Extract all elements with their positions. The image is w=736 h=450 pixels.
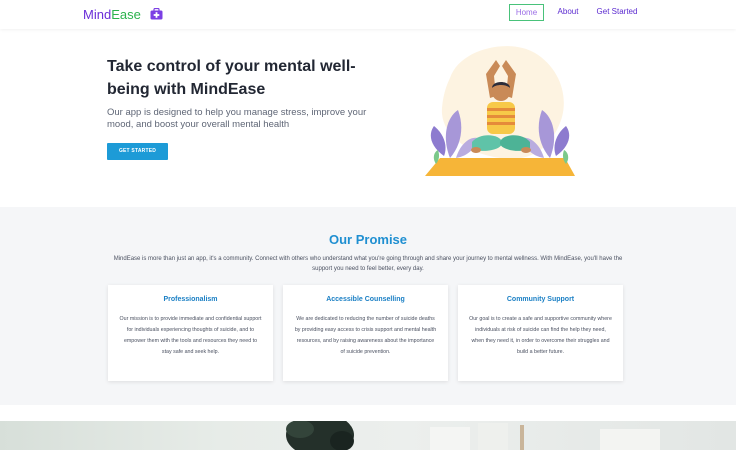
meditating-person-illustration (425, 46, 575, 176)
community-support-card: Community Support Our goal is to create … (458, 285, 623, 381)
nav-about-link[interactable]: About (553, 4, 583, 21)
navbar: MindEase Home About Get Started (0, 0, 736, 29)
plant-photo-image (286, 421, 660, 450)
promise-title: Our Promise (328, 232, 408, 247)
nav-home-link[interactable]: Home (509, 4, 544, 21)
brand-name-part1: Mind (83, 7, 112, 22)
medical-kit-icon (150, 8, 163, 20)
hero-subtitle: Our app is designed to help you manage s… (107, 107, 367, 130)
accessible-counselling-card: Accessible Counselling We are dedicated … (283, 285, 448, 381)
card-text: We are dedicated to reducing the number … (294, 316, 437, 355)
nav-get-started-link[interactable]: Get Started (593, 4, 641, 21)
promise-intro: MindEase is more than just an app, it's … (113, 256, 623, 272)
hero-title: Take control of your mental well-being w… (107, 58, 356, 98)
card-text: Our mission is to provide immediate and … (119, 316, 262, 355)
professionalism-card: Professionalism Our mission is to provid… (108, 285, 273, 381)
brand-name-part2: Ease (111, 7, 141, 22)
card-text: Our goal is to create a safe and support… (469, 316, 612, 355)
card-title: Professionalism (163, 296, 218, 303)
card-title: Community Support (506, 296, 575, 303)
room-photo-banner (0, 421, 736, 450)
card-title: Accessible Counselling (326, 296, 405, 303)
get-started-button[interactable]: GET STARTED (107, 143, 168, 160)
brand-logo[interactable]: MindEase (83, 6, 141, 23)
promise-section: Our Promise MindEase is more than just a… (0, 207, 736, 405)
